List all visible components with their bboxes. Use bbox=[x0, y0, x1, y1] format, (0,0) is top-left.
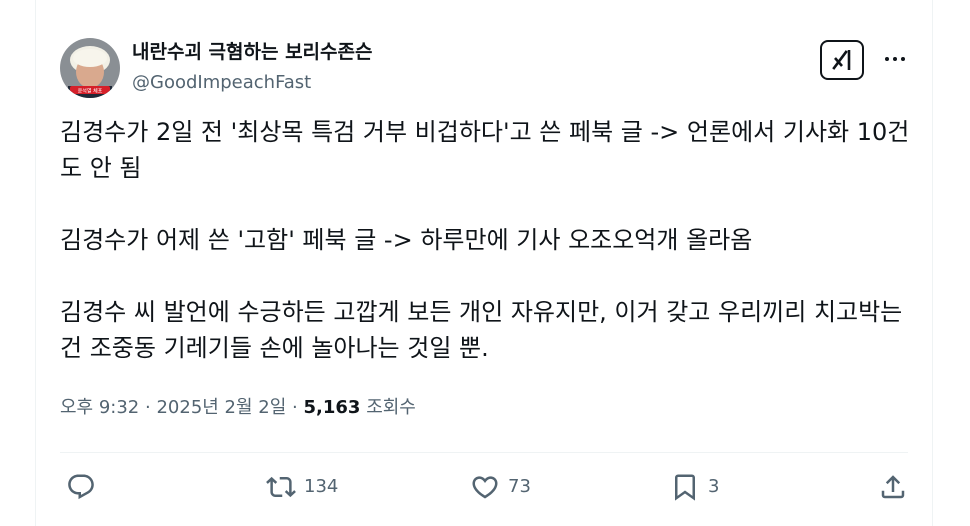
tweet-paragraph: 김경수가 어제 쓴 '고함' 페북 글 -> 하루만에 기사 오조오억개 올라옴 bbox=[60, 226, 753, 254]
grok-button[interactable] bbox=[820, 40, 864, 80]
bookmark-button[interactable]: 3 bbox=[670, 470, 719, 504]
views-count: 5,163 bbox=[303, 397, 361, 418]
views-label: 조회수 bbox=[366, 397, 416, 418]
display-name[interactable]: 내란수괴 극혐하는 보리수존슨 bbox=[132, 40, 372, 64]
tweet-text: 김경수가 2일 전 '최상목 특검 거부 비겁하다'고 쓴 페북 글 -> 언론… bbox=[60, 114, 910, 366]
bookmark-icon bbox=[675, 474, 695, 501]
retweet-icon bbox=[266, 476, 296, 498]
meta-separator: · bbox=[292, 397, 298, 418]
grok-icon bbox=[832, 50, 851, 70]
reply-icon bbox=[68, 474, 94, 500]
share-button[interactable] bbox=[878, 470, 908, 504]
bookmark-count: 3 bbox=[708, 476, 720, 497]
action-bar: 134 73 3 bbox=[60, 470, 908, 504]
share-icon bbox=[881, 475, 905, 499]
like-button[interactable]: 73 bbox=[470, 470, 531, 504]
retweet-count: 134 bbox=[304, 476, 339, 497]
more-button[interactable] bbox=[882, 46, 908, 72]
divider bbox=[60, 452, 908, 453]
reply-button[interactable] bbox=[66, 470, 104, 504]
meta-separator: · bbox=[145, 397, 151, 418]
avatar-badge: 윤석열 체포 bbox=[78, 88, 103, 95]
author-names: 내란수괴 극혐하는 보리수존슨 @GoodImpeachFast bbox=[132, 40, 372, 95]
tweet-paragraph: 김경수 씨 발언에 수긍하든 고깝게 보든 개인 자유지만, 이거 갖고 우리끼… bbox=[60, 298, 903, 362]
tweet-date[interactable]: 2025년 2월 2일 bbox=[156, 397, 286, 418]
like-count: 73 bbox=[508, 476, 531, 497]
more-icon bbox=[885, 57, 905, 61]
retweet-button[interactable]: 134 bbox=[266, 470, 338, 504]
tweet-time[interactable]: 오후 9:32 bbox=[60, 397, 139, 418]
avatar[interactable]: 윤석열 체포 bbox=[60, 38, 120, 98]
tweet-header: 윤석열 체포 내란수괴 극혐하는 보리수존슨 @GoodImpeachFast bbox=[60, 38, 908, 102]
tweet-meta: 오후 9:32 · 2025년 2월 2일 · 5,163 조회수 bbox=[60, 396, 416, 420]
tweet-paragraph: 김경수가 2일 전 '최상목 특검 거부 비겁하다'고 쓴 페북 글 -> 언론… bbox=[60, 118, 910, 182]
like-icon bbox=[472, 476, 498, 499]
tweet-card: 윤석열 체포 내란수괴 극혐하는 보리수존슨 @GoodImpeachFast … bbox=[35, 0, 933, 526]
user-handle[interactable]: @GoodImpeachFast bbox=[132, 71, 372, 95]
